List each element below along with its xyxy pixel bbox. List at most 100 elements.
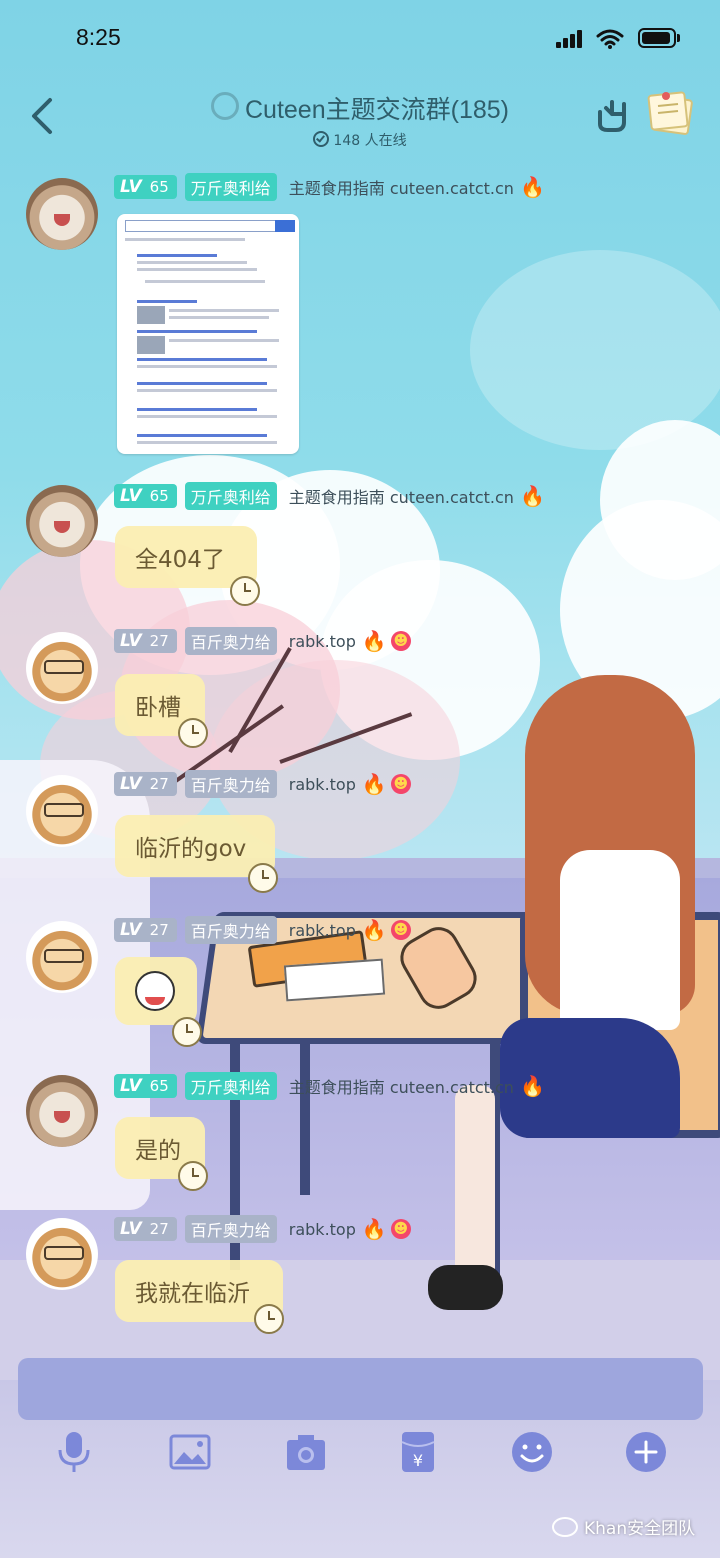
member-title: 万斤奥利给	[184, 173, 277, 201]
level-badge: LV 65	[114, 175, 177, 199]
wechat-icon	[552, 1516, 578, 1537]
level-badge: LV 27	[114, 1217, 177, 1241]
member-title: 百斤奥力给	[184, 770, 277, 798]
clock-icon	[254, 1304, 284, 1334]
avatar[interactable]	[26, 921, 98, 993]
svg-text:¥: ¥	[413, 1451, 423, 1470]
smiley-badge-icon: ☻	[390, 774, 411, 794]
microphone-icon[interactable]	[52, 1430, 96, 1474]
fire-icon: 🔥	[519, 1074, 545, 1098]
battery-icon	[638, 28, 676, 48]
smiley-badge-icon: ☻	[390, 1219, 411, 1239]
member-title: 百斤奥力给	[184, 627, 277, 655]
level-number: 65	[149, 178, 169, 196]
member-title: 百斤奥力给	[184, 916, 277, 944]
fire-icon: 🔥	[361, 629, 387, 653]
level-badge: LV 65	[114, 1074, 177, 1098]
avatar[interactable]	[26, 1218, 98, 1290]
message-meta: LV 27 百斤奥力给 rabk.top 🔥 ☻	[114, 627, 411, 655]
member-tag: 主题食用指南 cuteen.catct.cn	[288, 179, 514, 198]
cellular-signal-icon	[556, 28, 586, 48]
header-title-area[interactable]: Cuteen主题交流群(185) 148 人在线	[160, 90, 560, 150]
level-label: LV	[120, 486, 142, 506]
plus-icon[interactable]	[624, 1430, 668, 1474]
member-title: 万斤奥利给	[184, 482, 277, 510]
member-tag: rabk.top	[288, 631, 356, 651]
fire-icon: 🔥	[361, 772, 387, 796]
level-label: LV	[120, 177, 142, 197]
level-number: 27	[149, 921, 169, 939]
chat-header: Cuteen主题交流群(185) 148 人在线	[0, 78, 720, 158]
message-text: 临沂的gov	[135, 836, 247, 862]
clock-icon	[178, 1161, 208, 1191]
status-time: 8:25	[76, 24, 121, 50]
image-icon[interactable]	[168, 1430, 212, 1474]
red-packet-icon[interactable]: ¥	[396, 1430, 440, 1474]
message-meta: LV 65 万斤奥利给 主题食用指南 cuteen.catct.cn 🔥	[114, 173, 545, 201]
level-label: LV	[120, 1076, 142, 1096]
level-number: 65	[149, 1077, 169, 1095]
input-toolbar: ¥	[0, 1430, 720, 1492]
group-title: Cuteen主题交流群(185)	[245, 96, 509, 124]
online-check-icon	[313, 131, 330, 147]
message-text: 是的	[135, 1138, 181, 1164]
clock-icon	[172, 1017, 202, 1047]
member-tag: 主题食用指南 cuteen.catct.cn	[288, 488, 514, 507]
level-badge: LV 27	[114, 772, 177, 796]
camera-icon[interactable]	[284, 1430, 328, 1474]
message-meta: LV 27 百斤奥力给 rabk.top 🔥 ☻	[114, 1215, 411, 1243]
wifi-icon	[596, 29, 624, 49]
avatar[interactable]	[26, 632, 98, 704]
hand-gesture-icon[interactable]	[592, 94, 632, 134]
member-tag: 主题食用指南 cuteen.catct.cn	[288, 1078, 514, 1097]
message-text: 卧槽	[135, 695, 181, 721]
avatar[interactable]	[26, 485, 98, 557]
member-tag: rabk.top	[288, 1219, 356, 1239]
chat-screen: 8:25 Cuteen主题交流群(185) 148 人在线 LV 65 万斤奥利…	[0, 0, 720, 1558]
member-tag: rabk.top	[288, 774, 356, 794]
level-number: 27	[149, 1220, 169, 1238]
group-title-row: Cuteen主题交流群(185)	[160, 90, 560, 126]
level-number: 65	[149, 487, 169, 505]
sticker-bubble[interactable]	[115, 957, 197, 1025]
smiley-badge-icon: ☻	[390, 920, 411, 940]
level-label: LV	[120, 774, 142, 794]
online-status: 148 人在线	[160, 130, 560, 150]
message-text: 全404了	[135, 547, 225, 573]
sticker-face-icon	[135, 971, 175, 1011]
clock-icon	[178, 718, 208, 748]
avatar[interactable]	[26, 775, 98, 847]
group-logo-icon	[211, 92, 239, 120]
emoji-icon[interactable]	[510, 1430, 554, 1474]
avatar[interactable]	[26, 178, 98, 250]
member-title: 万斤奥利给	[184, 1072, 277, 1100]
member-tag: rabk.top	[288, 920, 356, 940]
level-badge: LV 65	[114, 484, 177, 508]
avatar[interactable]	[26, 1075, 98, 1147]
watermark: Khan安全团队	[552, 1514, 695, 1539]
group-notice-icon[interactable]	[646, 88, 696, 138]
level-label: LV	[120, 920, 142, 940]
fire-icon: 🔥	[361, 1217, 387, 1241]
level-badge: LV 27	[114, 918, 177, 942]
watermark-text: Khan安全团队	[584, 1519, 696, 1539]
message-meta: LV 27 百斤奥力给 rabk.top 🔥 ☻	[114, 916, 411, 944]
image-message[interactable]	[117, 214, 299, 454]
clock-icon	[230, 576, 260, 606]
level-number: 27	[149, 632, 169, 650]
fire-icon: 🔥	[361, 918, 387, 942]
member-title: 百斤奥力给	[184, 1215, 277, 1243]
clock-icon	[248, 863, 278, 893]
message-input[interactable]	[18, 1358, 703, 1420]
level-badge: LV 27	[114, 629, 177, 653]
level-label: LV	[120, 631, 142, 651]
message-meta: LV 65 万斤奥利给 主题食用指南 cuteen.catct.cn 🔥	[114, 482, 545, 510]
message-meta: LV 65 万斤奥利给 主题食用指南 cuteen.catct.cn 🔥	[114, 1072, 545, 1100]
message-meta: LV 27 百斤奥力给 rabk.top 🔥 ☻	[114, 770, 411, 798]
smiley-badge-icon: ☻	[390, 631, 411, 651]
back-arrow-icon[interactable]	[22, 94, 66, 138]
status-bar: 8:25	[0, 0, 720, 78]
level-number: 27	[149, 775, 169, 793]
fire-icon: 🔥	[519, 484, 545, 508]
online-count: 148 人在线	[333, 133, 407, 149]
